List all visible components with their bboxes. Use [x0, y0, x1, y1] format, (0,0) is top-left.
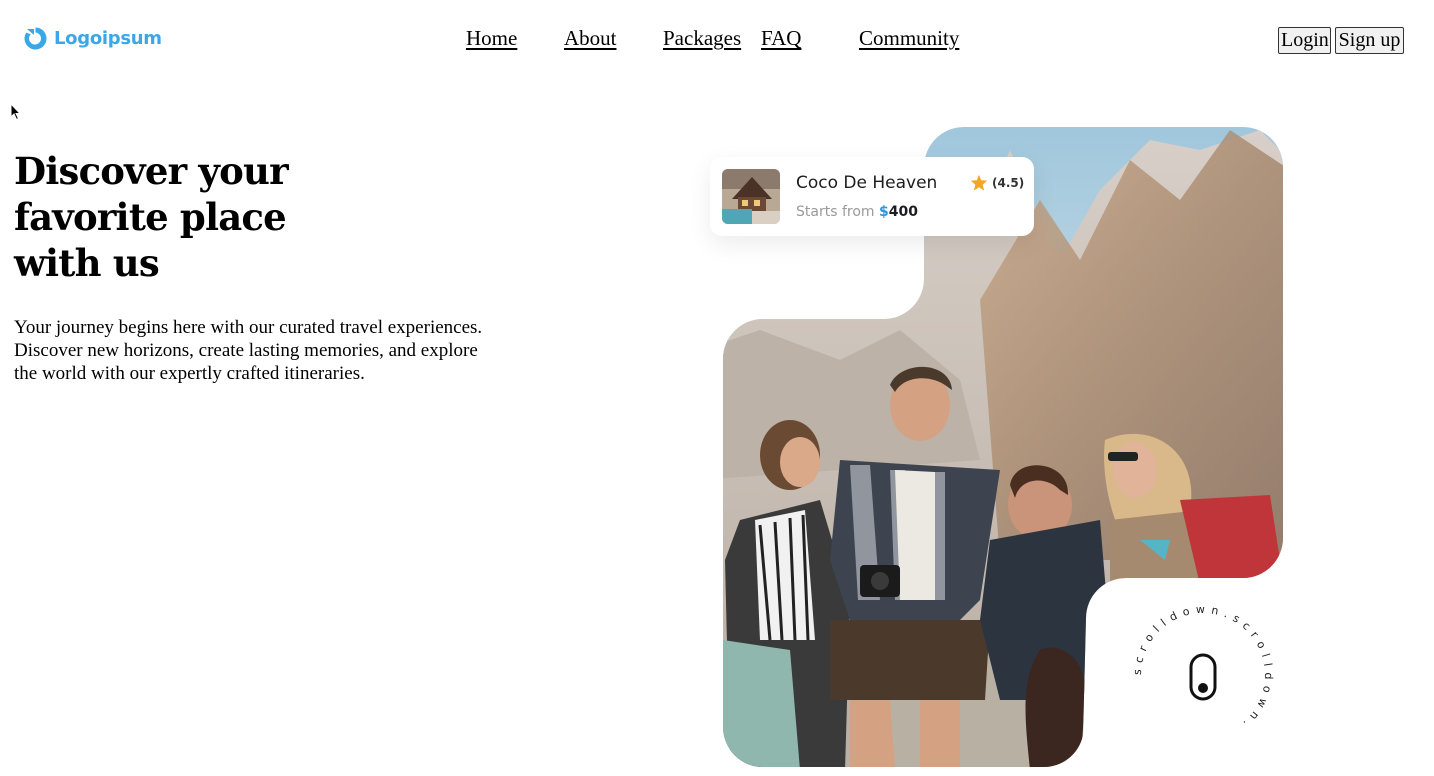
scroll-ring-textpath: s c r o l l d o w n . s c r o l l d o w … [1131, 603, 1274, 731]
package-rating: (4.5) [970, 174, 1024, 191]
hero-title-line: with us [14, 241, 160, 285]
price-currency: $ [878, 204, 889, 220]
price-prefix: Starts from [796, 204, 879, 220]
signup-button[interactable]: Sign up [1335, 27, 1404, 54]
hero-title-line: favorite place [14, 195, 287, 239]
hero-title-line: Discover your [14, 149, 289, 193]
nav-about-link[interactable]: About [564, 26, 617, 51]
hero-description-line: the world with our expertly crafted itin… [14, 363, 365, 384]
logo-text: Logoipsum [54, 28, 162, 49]
login-button[interactable]: Login [1278, 27, 1331, 54]
hero-title: Discover your favorite place with us [14, 148, 334, 286]
cursor-arrow-icon [10, 103, 22, 121]
nav-packages-link[interactable]: Packages [663, 26, 741, 51]
hero-description: Your journey begins here with our curate… [14, 316, 544, 385]
scroll-down-ring-text: s c r o l l d o w n . s c r o l l d o w … [1131, 603, 1275, 731]
mouse-scroll-icon [1189, 653, 1217, 701]
package-card[interactable]: Coco De Heaven Starts from $400 (4.5) [710, 157, 1034, 236]
package-price: Starts from $400 [796, 204, 918, 220]
logo[interactable]: Logoipsum [23, 26, 162, 51]
star-icon [970, 174, 988, 191]
hero-description-line: Your journey begins here with our curate… [14, 317, 483, 338]
nav-community-link[interactable]: Community [859, 26, 959, 51]
logo-mark-icon [24, 27, 47, 50]
package-thumbnail [722, 169, 780, 224]
hero-description-line: Discover new horizons, create lasting me… [14, 340, 478, 361]
scroll-down-badge[interactable]: s c r o l l d o w n . s c r o l l d o w … [1128, 600, 1278, 750]
nav-faq-link[interactable]: FAQ [761, 26, 801, 51]
package-name: Coco De Heaven [796, 173, 938, 193]
nav-home-link[interactable]: Home [466, 26, 517, 51]
rating-value: (4.5) [992, 175, 1025, 190]
price-amount: 400 [888, 204, 918, 220]
